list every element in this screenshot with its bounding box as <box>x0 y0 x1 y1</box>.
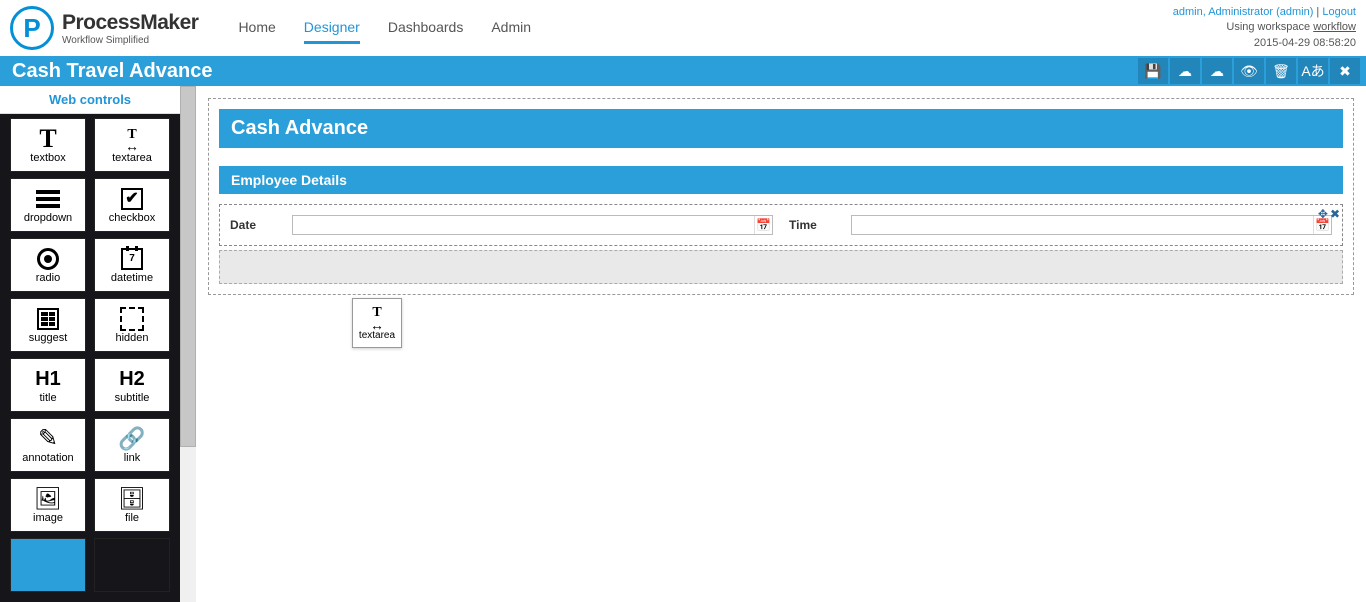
logout-link[interactable]: Logout <box>1322 6 1356 18</box>
top-bar: P ProcessMaker Workflow Simplified Home … <box>0 0 1366 56</box>
logo: P ProcessMaker Workflow Simplified <box>10 6 198 50</box>
control-subtitle[interactable]: H2 subtitle <box>94 358 170 412</box>
main-nav: Home Designer Dashboards Admin <box>238 13 531 44</box>
close-icon[interactable]: ✖ <box>1330 58 1360 84</box>
row-handles: ✥ ✖ <box>1318 207 1340 221</box>
field-date: Date 📅 <box>230 215 773 235</box>
date-label: Date <box>230 218 280 232</box>
dropdown-icon <box>36 190 60 208</box>
workspace-prefix: Using workspace <box>1226 21 1313 33</box>
export-icon[interactable]: ☁ <box>1170 58 1200 84</box>
control-datetime[interactable]: 7 datetime <box>94 238 170 292</box>
row-delete-icon[interactable]: ✖ <box>1330 207 1340 221</box>
image-icon: 🖼 <box>34 488 62 510</box>
delete-icon[interactable]: 🗑 <box>1266 58 1296 84</box>
link-icon: 🔗 <box>118 428 145 450</box>
dragging-control[interactable]: T↔ textarea <box>352 298 402 348</box>
sidebar-tab-webcontrols[interactable]: Web controls <box>0 86 180 114</box>
control-textbox[interactable]: T textbox <box>10 118 86 172</box>
h1-icon: H1 <box>35 369 61 389</box>
controls-palette: T textbox T↔ textarea dropdown ✔ checkbo… <box>0 114 180 602</box>
control-color-blue[interactable] <box>10 538 86 592</box>
control-dropdown[interactable]: dropdown <box>10 178 86 232</box>
preview-icon[interactable]: 👁 <box>1234 58 1264 84</box>
date-picker-icon[interactable]: 📅 <box>754 216 772 234</box>
sidebar-scrollbar[interactable] <box>180 86 196 602</box>
workspace-name[interactable]: workflow <box>1313 21 1356 33</box>
scroll-thumb[interactable] <box>180 86 196 447</box>
form-frame: Cash Advance Employee Details ✥ ✖ Date 📅 <box>208 98 1354 295</box>
form-subtitle[interactable]: Employee Details <box>219 166 1343 194</box>
control-radio[interactable]: radio <box>10 238 86 292</box>
checkbox-icon: ✔ <box>121 188 143 210</box>
suggest-icon <box>37 308 59 330</box>
control-annotation[interactable]: ✎ annotation <box>10 418 86 472</box>
control-checkbox[interactable]: ✔ checkbox <box>94 178 170 232</box>
file-icon: 🗄 <box>118 488 146 510</box>
brand-title: ProcessMaker <box>62 11 198 35</box>
sidebar-wrap: Web controls T textbox T↔ textarea dropd… <box>0 86 196 602</box>
control-title[interactable]: H1 title <box>10 358 86 412</box>
scroll-track <box>180 447 196 602</box>
calendar-icon: 7 <box>121 248 143 270</box>
drag-label: textarea <box>359 330 395 341</box>
h2-icon: H2 <box>119 369 145 389</box>
field-time: Time 📅 <box>789 215 1332 235</box>
hidden-icon <box>120 307 144 331</box>
drop-row[interactable] <box>219 250 1343 284</box>
save-icon[interactable]: 💾 <box>1138 58 1168 84</box>
logo-icon: P <box>10 6 54 50</box>
form-title[interactable]: Cash Advance <box>219 109 1343 148</box>
form-row-datetime[interactable]: ✥ ✖ Date 📅 Time � <box>219 204 1343 246</box>
nav-home[interactable]: Home <box>238 13 275 44</box>
user-block: admin, Administrator (admin) | Logout Us… <box>1173 5 1356 51</box>
control-image[interactable]: 🖼 image <box>10 478 86 532</box>
time-input[interactable]: 📅 <box>851 215 1332 235</box>
language-icon[interactable]: Aあ <box>1298 58 1328 84</box>
radio-icon <box>37 248 59 270</box>
control-color-dark[interactable] <box>94 538 170 592</box>
control-suggest[interactable]: suggest <box>10 298 86 352</box>
control-link[interactable]: 🔗 link <box>94 418 170 472</box>
time-label: Time <box>789 218 839 232</box>
brand-subtitle: Workflow Simplified <box>62 35 198 46</box>
page-title: Cash Travel Advance <box>6 60 212 83</box>
title-bar: Cash Travel Advance 💾 ☁ ☁ 👁 🗑 Aあ ✖ <box>0 56 1366 86</box>
textbox-icon: T <box>39 126 56 152</box>
main: Web controls T textbox T↔ textarea dropd… <box>0 86 1366 602</box>
nav-admin[interactable]: Admin <box>491 13 531 44</box>
import-icon[interactable]: ☁ <box>1202 58 1232 84</box>
user-link[interactable]: admin, Administrator (admin) <box>1173 6 1314 18</box>
nav-designer[interactable]: Designer <box>304 13 360 44</box>
title-actions: 💾 ☁ ☁ 👁 🗑 Aあ ✖ <box>1136 58 1360 84</box>
timestamp: 2015-04-29 08:58:20 <box>1173 36 1356 51</box>
control-file[interactable]: 🗄 file <box>94 478 170 532</box>
textarea-icon: T↔ <box>125 128 139 150</box>
control-textarea[interactable]: T↔ textarea <box>94 118 170 172</box>
move-icon[interactable]: ✥ <box>1318 207 1328 221</box>
annotation-icon: ✎ <box>38 427 58 451</box>
control-hidden[interactable]: hidden <box>94 298 170 352</box>
date-input[interactable]: 📅 <box>292 215 773 235</box>
sidebar: Web controls T textbox T↔ textarea dropd… <box>0 86 180 602</box>
nav-dashboards[interactable]: Dashboards <box>388 13 464 44</box>
drag-textarea-icon: T↔ <box>370 305 384 329</box>
